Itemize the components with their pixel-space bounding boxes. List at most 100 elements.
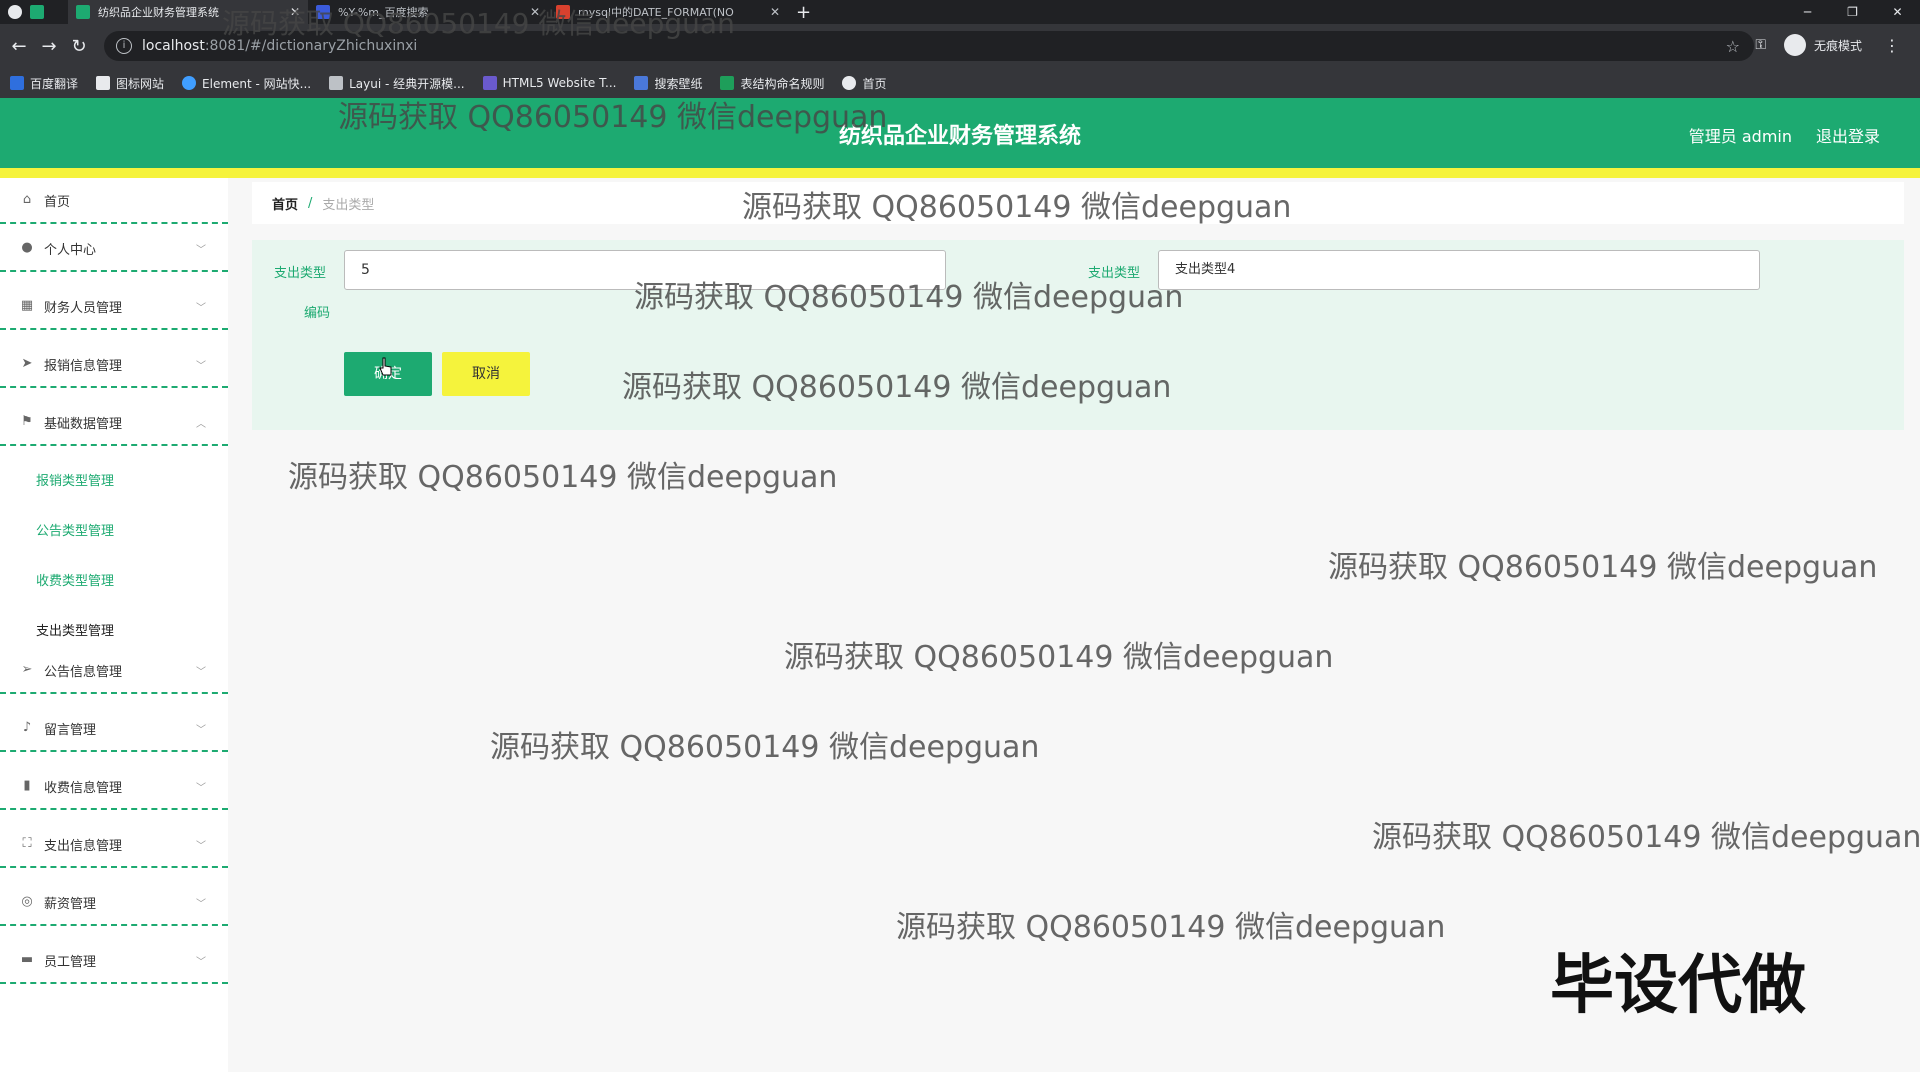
grid-icon: ▦ [20, 298, 34, 313]
browser-right-controls: ⚿ 无痕模式 ⋮ [1755, 34, 1900, 56]
sidebar-item-label: 个人中心 [44, 242, 97, 258]
watermark: 源码获取 QQ86050149 微信deepguan [338, 100, 888, 135]
watermark: 源码获取 QQ86050149 微信deepguan [742, 190, 1292, 225]
bookmark-item[interactable]: 图标网站 [96, 75, 164, 92]
key-icon[interactable]: ⚿ [1755, 37, 1766, 53]
sidebar-item-label: 报销信息管理 [44, 358, 123, 374]
sidebar-item-employees[interactable]: ▬ 员工管理 ﹀ [0, 938, 228, 984]
close-window-icon[interactable]: ✕ [1875, 0, 1920, 24]
sidebar-item-notice[interactable]: ➢ 公告信息管理 ﹀ [0, 648, 228, 694]
browser-menu[interactable] [0, 0, 68, 24]
restore-icon[interactable]: ❐ [1830, 0, 1875, 24]
app-header: 纺织品企业财务管理系统 管理员 admin 退出登录 [0, 98, 1920, 168]
forward-icon[interactable]: → [34, 36, 64, 57]
monitor-icon: ▬ [20, 952, 34, 967]
chevron-up-icon: ︿ [196, 418, 206, 430]
reload-icon[interactable]: ↻ [64, 36, 94, 57]
layui-icon [329, 76, 344, 90]
paper-plane-icon: ➢ [21, 662, 33, 677]
sidebar-item-expenses[interactable]: ⛶ 支出信息管理 ﹀ [0, 822, 228, 868]
header-accent-bar [0, 168, 1920, 178]
submenu-charge-type[interactable]: 收费类型管理 [36, 570, 114, 589]
html5-icon [482, 76, 497, 90]
sidebar-item-personal[interactable]: ● 个人中心 ﹀ [0, 226, 228, 272]
bookmark-label: 表结构命名规则 [740, 76, 825, 91]
send-icon: ➤ [21, 356, 33, 371]
breadcrumb-separator: / [308, 195, 313, 211]
bookmark-label: 图标网站 [116, 76, 165, 91]
watermark: 源码获取 QQ86050149 微信deepguan [634, 280, 1184, 315]
bookmark-item[interactable]: Element - 网站快... [182, 75, 311, 92]
pinned-tab-icon[interactable] [30, 5, 44, 19]
sidebar-item-charges[interactable]: ▮ 收费信息管理 ﹀ [0, 764, 228, 810]
expand-icon: ⛶ [22, 836, 32, 851]
sidebar-item-home[interactable]: ⌂ 首页 [0, 178, 228, 224]
sidebar-item-label: 员工管理 [44, 954, 97, 970]
incognito-icon[interactable] [1783, 34, 1806, 56]
sidebar-item-salary[interactable]: ◎ 薪资管理 ﹀ [0, 880, 228, 926]
code-field-label-line2: 编码 [304, 306, 331, 321]
bookmarks-bar: 百度翻译 图标网站 Element - 网站快... Layui - 经典开源模… [0, 68, 1920, 98]
bookmark-item[interactable]: Layui - 经典开源模... [329, 75, 465, 92]
bookmark-item[interactable]: 百度翻译 [10, 75, 78, 92]
bookmark-item[interactable]: 搜索壁纸 [634, 75, 702, 92]
bookmark-label: 首页 [862, 76, 887, 91]
user-icon: ● [21, 240, 33, 255]
logout-link[interactable]: 退出登录 [1816, 123, 1880, 147]
chevron-down-icon: ﹀ [196, 244, 206, 256]
watermark: 源码获取 QQ86050149 微信deepguan [784, 640, 1334, 675]
sidebar-item-label: 支出信息管理 [44, 838, 123, 854]
minimize-icon[interactable]: ─ [1785, 0, 1830, 24]
chevron-down-icon: ﹀ [196, 956, 206, 968]
flag-icon: ⚑ [21, 414, 33, 429]
new-tab-button[interactable]: + [796, 2, 811, 23]
sidebar-item-reimbursement[interactable]: ➤ 报销信息管理 ﹀ [0, 342, 228, 388]
bookmark-star-icon[interactable]: ☆ [1726, 37, 1740, 56]
sidebar-item-label: 收费信息管理 [44, 780, 123, 796]
watermark: 源码获取 QQ86050149 微信deepguan [288, 460, 838, 495]
browser-logo-icon [8, 5, 22, 19]
flag-icon [96, 76, 111, 90]
translate-icon [10, 76, 24, 90]
chevron-down-icon: ﹀ [196, 302, 206, 314]
app-title: 纺织品企业财务管理系统 [838, 124, 1081, 149]
sheet-icon [720, 76, 735, 90]
sidebar-item-basic-data[interactable]: ⚑ 基础数据管理 ︿ [0, 400, 228, 446]
chevron-down-icon: ﹀ [196, 840, 206, 852]
submenu-reimbursement-type[interactable]: 报销类型管理 [36, 470, 114, 489]
sidebar-item-finance-staff[interactable]: ▦ 财务人员管理 ﹀ [0, 284, 228, 330]
bookmark-item[interactable]: HTML5 Website T... [482, 76, 617, 90]
code-field-label: 支出类型 [274, 266, 327, 281]
sidebar-item-label: 公告信息管理 [44, 664, 123, 680]
bookmark-label: 百度翻译 [30, 76, 79, 91]
chevron-down-icon: ﹀ [196, 898, 206, 910]
more-menu-icon[interactable]: ⋮ [1884, 36, 1900, 55]
breadcrumb-home[interactable]: 首页 [272, 194, 298, 213]
watermark: 源码获取 QQ86050149 微信deepguan [896, 910, 1446, 945]
sidebar-item-label: 薪资管理 [44, 896, 97, 912]
cancel-button[interactable]: 取消 [442, 352, 530, 396]
sidebar-item-messages[interactable]: ♪ 留言管理 ﹀ [0, 706, 228, 752]
bookmark-item[interactable]: 首页 [842, 75, 887, 92]
site-info-icon[interactable]: i [116, 38, 132, 54]
chevron-down-icon: ﹀ [196, 782, 206, 794]
chevron-down-icon: ﹀ [196, 360, 206, 372]
watermark: 源码获取 QQ86050149 微信deepguan [1328, 550, 1878, 585]
url-host: localhost [142, 38, 205, 54]
home-icon: ⌂ [22, 192, 32, 207]
type-input[interactable]: 支出类型4 [1158, 250, 1760, 290]
bookmark-item[interactable]: 表结构命名规则 [720, 75, 824, 92]
back-icon[interactable]: ← [4, 36, 34, 57]
submenu-expense-type[interactable]: 支出类型管理 [36, 620, 114, 639]
sidebar: ⌂ 首页 ● 个人中心 ﹀ ▦ 财务人员管理 ﹀ ➤ 报销信息管理 ﹀ ⚑ 基础… [0, 178, 228, 1072]
chevron-down-icon: ﹀ [196, 724, 206, 736]
breadcrumb-current: 支出类型 [322, 197, 375, 213]
element-icon [182, 76, 197, 90]
close-tab-icon[interactable]: ✕ [770, 5, 780, 19]
bookmark-label: HTML5 Website T... [502, 76, 617, 90]
chart-icon: ▮ [23, 778, 31, 793]
submenu-notice-type[interactable]: 公告类型管理 [36, 520, 114, 539]
mic-icon: ♪ [22, 720, 32, 735]
globe-icon [842, 76, 857, 90]
current-user: 管理员 admin [1688, 127, 1792, 146]
